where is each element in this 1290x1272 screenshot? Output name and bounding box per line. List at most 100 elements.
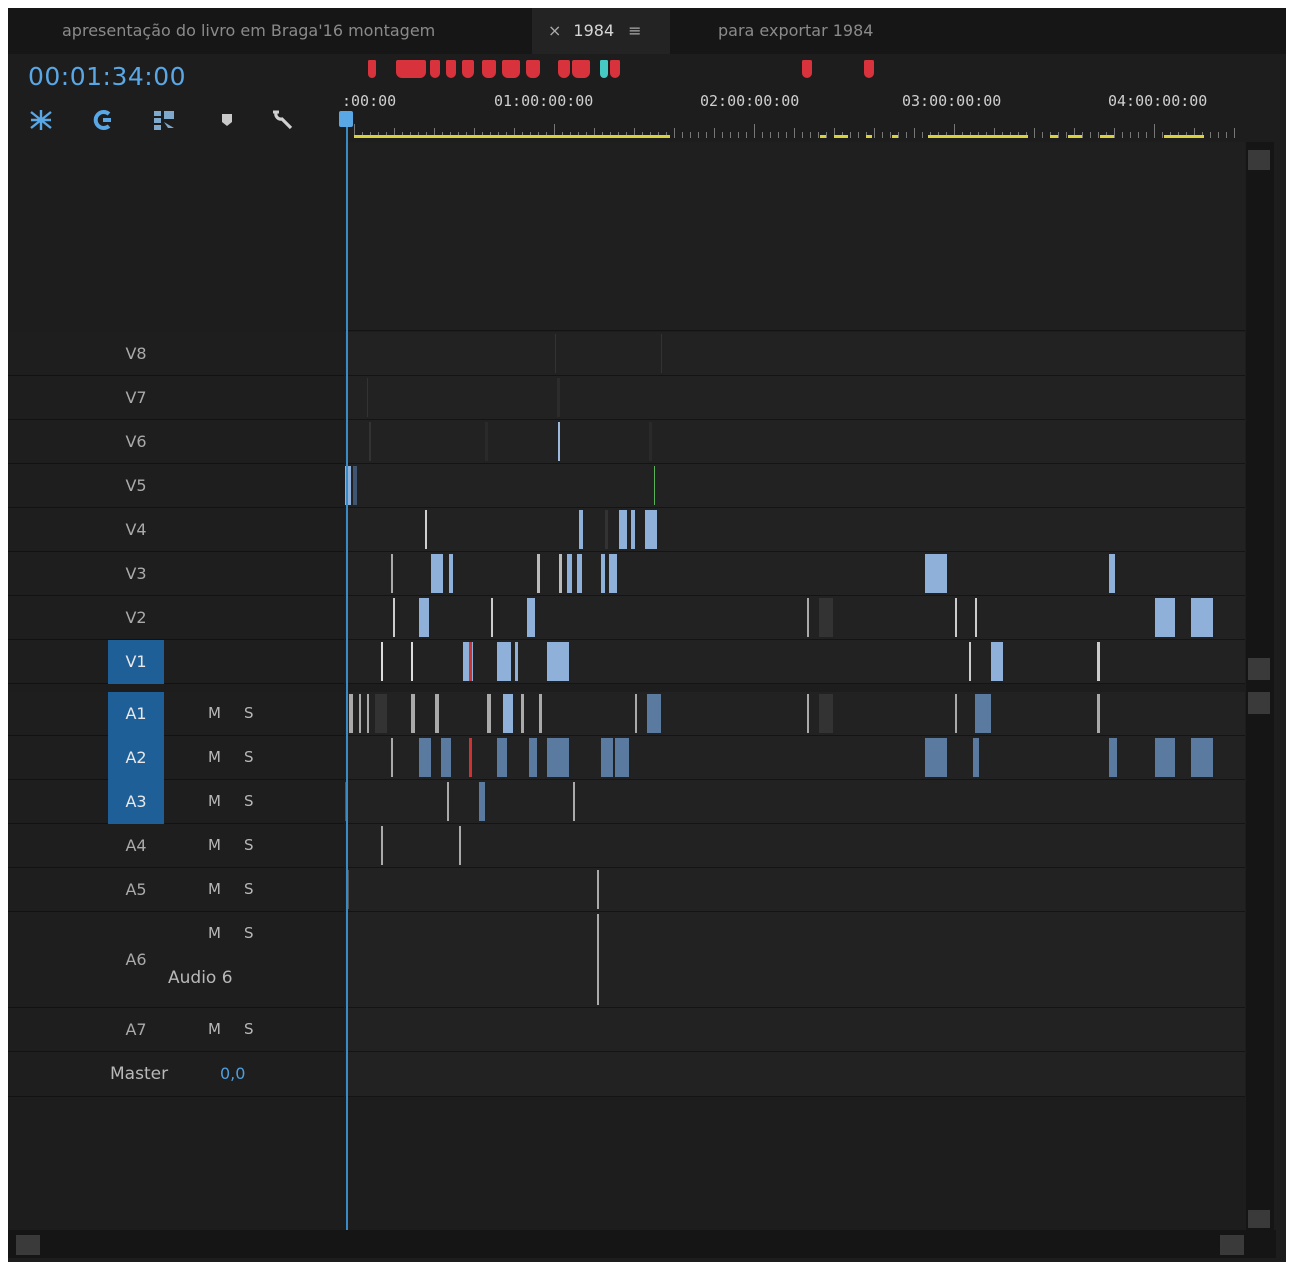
clip[interactable] — [369, 422, 371, 461]
track-name[interactable]: A3 — [108, 780, 164, 824]
audio-track-header[interactable]: A3 M S — [8, 780, 344, 824]
clip[interactable] — [631, 510, 635, 549]
insert-overwrite-icon[interactable] — [152, 108, 178, 132]
mute-button[interactable]: M — [208, 792, 221, 810]
clip[interactable] — [469, 642, 472, 681]
clip[interactable] — [381, 642, 383, 681]
sequence-marker[interactable] — [462, 60, 474, 78]
sync-lock-icon[interactable] — [170, 793, 194, 811]
clip[interactable] — [353, 466, 357, 505]
clip[interactable] — [411, 642, 413, 681]
lock-icon[interactable] — [78, 388, 98, 408]
clip[interactable] — [577, 554, 582, 593]
horizontal-scrollbar[interactable] — [8, 1230, 1276, 1258]
close-icon[interactable]: × — [548, 21, 561, 40]
clip[interactable] — [459, 826, 461, 865]
mute-button[interactable]: M — [208, 836, 221, 854]
clip[interactable] — [367, 378, 368, 417]
audio-lane[interactable] — [345, 692, 1245, 736]
audio-track-header[interactable]: A7 M S — [8, 1008, 344, 1052]
video-lane[interactable] — [345, 420, 1245, 464]
clip[interactable] — [925, 738, 947, 777]
solo-button[interactable]: S — [244, 792, 254, 810]
clip[interactable] — [547, 642, 569, 681]
sync-lock-icon[interactable] — [170, 653, 194, 671]
track-name[interactable]: V8 — [108, 332, 164, 376]
sequence-marker[interactable] — [572, 60, 590, 78]
sync-lock-icon[interactable] — [170, 1021, 194, 1039]
clip[interactable] — [559, 554, 562, 593]
audio-lane[interactable] — [345, 1008, 1245, 1052]
tab-1984[interactable]: × 1984 ≡ — [532, 8, 670, 54]
track-name[interactable]: V6 — [108, 420, 164, 464]
track-name[interactable]: A4 — [108, 824, 164, 868]
clip[interactable] — [515, 642, 518, 681]
clip[interactable] — [615, 738, 629, 777]
eye-icon[interactable] — [206, 523, 228, 537]
lock-icon[interactable] — [78, 1020, 98, 1040]
audio-lane[interactable] — [345, 824, 1245, 868]
video-lane[interactable] — [345, 640, 1245, 684]
video-track-header[interactable]: V2 — [8, 596, 344, 640]
clip[interactable] — [411, 694, 415, 733]
sync-lock-icon[interactable] — [170, 609, 194, 627]
video-track-header[interactable]: V3 — [8, 552, 344, 596]
clip[interactable] — [375, 694, 387, 733]
scroll-thumb[interactable] — [1248, 658, 1270, 680]
clip[interactable] — [1097, 694, 1100, 733]
sequence-marker[interactable] — [482, 60, 496, 78]
clip[interactable] — [435, 694, 439, 733]
clip[interactable] — [425, 510, 427, 549]
lock-icon[interactable] — [78, 880, 98, 900]
clip[interactable] — [601, 554, 605, 593]
clip[interactable] — [419, 598, 429, 637]
eye-icon[interactable] — [206, 347, 228, 361]
track-name[interactable]: A1 — [108, 692, 164, 736]
track-name[interactable]: V4 — [108, 508, 164, 552]
clip[interactable] — [441, 738, 451, 777]
video-lane[interactable] — [345, 464, 1245, 508]
mute-button[interactable]: M — [208, 880, 221, 898]
track-name[interactable]: A6 — [108, 938, 164, 982]
clip[interactable] — [391, 554, 393, 593]
audio-lane[interactable] — [345, 912, 1245, 1008]
sync-lock-icon[interactable] — [170, 837, 194, 855]
lock-icon[interactable] — [78, 748, 98, 768]
sequence-marker[interactable] — [600, 60, 608, 78]
sequence-marker[interactable] — [396, 60, 426, 78]
solo-button[interactable]: S — [244, 836, 254, 854]
tab-apresentacao[interactable]: apresentação do livro em Braga'16 montag… — [62, 8, 435, 54]
clip[interactable] — [973, 738, 979, 777]
lock-icon[interactable] — [78, 1064, 98, 1084]
solo-button[interactable]: S — [244, 924, 254, 942]
sequence-marker[interactable] — [802, 60, 812, 78]
clip[interactable] — [975, 598, 977, 637]
track-name[interactable]: V2 — [108, 596, 164, 640]
tab-para-exportar[interactable]: para exportar 1984 — [718, 8, 873, 54]
video-track-header[interactable]: V6 — [8, 420, 344, 464]
clip[interactable] — [359, 694, 361, 733]
sync-lock-icon[interactable] — [170, 881, 194, 899]
mute-button[interactable]: M — [208, 704, 221, 722]
video-lane[interactable] — [345, 332, 1245, 376]
video-track-header[interactable]: V7 — [8, 376, 344, 420]
eye-icon[interactable] — [206, 479, 228, 493]
eye-icon[interactable] — [206, 567, 228, 581]
clip[interactable] — [567, 554, 572, 593]
clip[interactable] — [645, 510, 657, 549]
clip[interactable] — [819, 598, 833, 637]
lock-icon[interactable] — [78, 652, 98, 672]
master-track-header[interactable]: Master 0,0 — [8, 1052, 344, 1097]
video-track-header[interactable]: V5 — [8, 464, 344, 508]
clip[interactable] — [497, 642, 511, 681]
master-volume[interactable]: 0,0 — [220, 1064, 245, 1083]
playhead-handle[interactable] — [339, 111, 353, 127]
sequence-marker[interactable] — [368, 60, 376, 78]
sequence-marker[interactable] — [430, 60, 440, 78]
track-name[interactable]: V7 — [108, 376, 164, 420]
clip[interactable] — [539, 694, 542, 733]
clip[interactable] — [537, 554, 540, 593]
clip[interactable] — [393, 598, 395, 637]
scroll-thumb[interactable] — [1248, 1210, 1270, 1228]
lock-icon[interactable] — [78, 704, 98, 724]
